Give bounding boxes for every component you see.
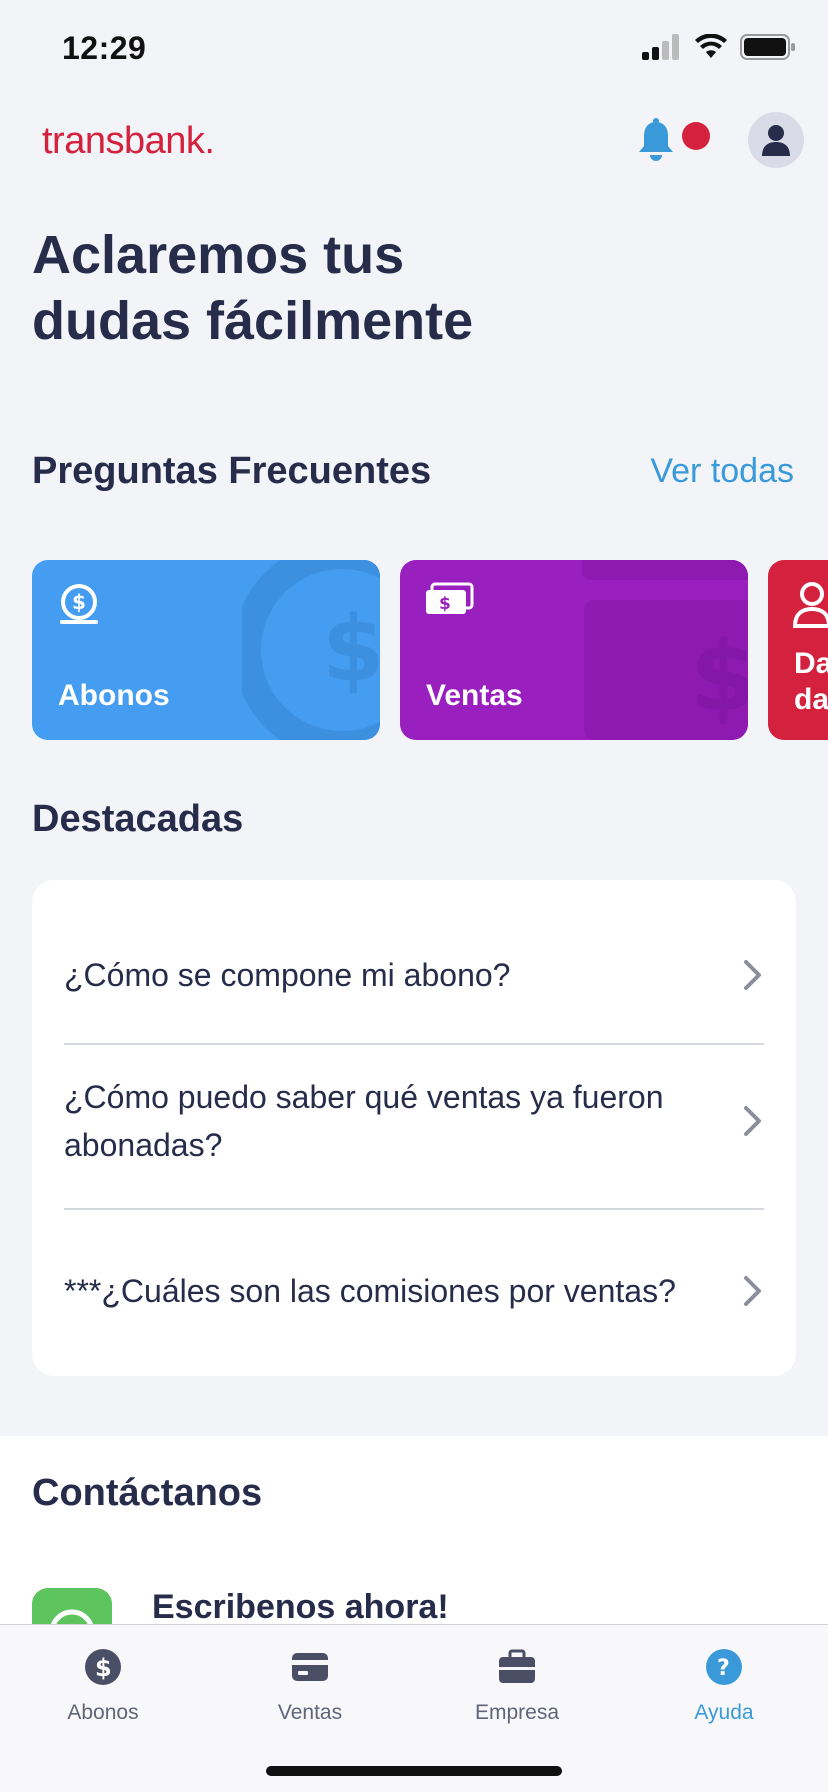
chevron-right-icon <box>744 1106 761 1136</box>
svg-text:$: $ <box>95 1654 112 1682</box>
divider <box>64 1208 764 1210</box>
battery-icon <box>740 34 795 60</box>
featured-question-item[interactable]: ¿Cómo puedo saber qué ventas ya fueron a… <box>64 1066 764 1176</box>
help-icon: ? <box>706 1649 742 1685</box>
coin-watermark-icon: $ <box>242 560 380 740</box>
featured-questions-list: ¿Cómo se compone mi abono? ¿Cómo puedo s… <box>32 880 796 1376</box>
svg-text:$: $ <box>322 597 380 702</box>
wifi-icon <box>695 34 727 58</box>
card-icon <box>292 1653 328 1681</box>
user-icon <box>792 582 828 628</box>
tab-label: Ayuda <box>694 1701 754 1724</box>
question-text: ¿Cómo puedo saber qué ventas ya fueron a… <box>64 1079 664 1163</box>
see-all-link[interactable]: Ver todas <box>650 452 794 491</box>
category-label: Abonos <box>58 679 170 712</box>
svg-text:$: $ <box>439 594 451 614</box>
chevron-right-icon <box>744 1276 761 1306</box>
featured-question-item[interactable]: ¿Cómo se compone mi abono? <box>64 940 764 1010</box>
dollar-circle-icon: $ <box>85 1649 121 1685</box>
category-label: Da da <box>794 647 828 716</box>
notification-badge <box>682 122 710 150</box>
category-label: Ventas <box>426 679 523 712</box>
featured-question-item[interactable]: ***¿Cuáles son las comisiones por ventas… <box>64 1256 764 1326</box>
faq-section-title: Preguntas Frecuentes <box>32 450 432 492</box>
status-time: 12:29 <box>62 30 147 66</box>
profile-avatar-button[interactable] <box>748 112 804 168</box>
tab-label: Empresa <box>474 1701 560 1724</box>
transbank-logo: transbank. <box>42 120 215 162</box>
tab-label: Abonos <box>67 1701 139 1724</box>
app-header: transbank. <box>0 100 828 182</box>
home-indicator <box>266 1766 562 1776</box>
contact-section-title: Contáctanos <box>32 1472 263 1514</box>
svg-text:?: ? <box>717 1656 730 1681</box>
tab-empresa[interactable]: Empresa <box>437 1647 597 1725</box>
dollar-watermark-icon: $ <box>690 621 748 730</box>
page-title: Aclaremos tus dudas fácilmente <box>32 225 474 351</box>
tab-ayuda[interactable]: ? Ayuda <box>644 1647 804 1725</box>
faq-category-carousel[interactable]: $ $ Abonos $ $ Ventas Da da <box>0 560 828 740</box>
category-card-ventas[interactable]: $ $ Ventas <box>400 560 748 740</box>
user-icon <box>762 125 790 156</box>
divider <box>64 1043 764 1045</box>
category-card-datos[interactable]: Da da <box>768 560 828 740</box>
tab-abonos[interactable]: $ Abonos <box>23 1647 183 1725</box>
svg-text:$: $ <box>690 621 748 730</box>
status-icons <box>642 34 796 60</box>
featured-section-title: Destacadas <box>32 798 244 840</box>
coin-icon: $ <box>60 584 98 624</box>
card-watermark <box>582 560 748 580</box>
chevron-right-icon <box>744 960 761 990</box>
notifications-bell-icon[interactable] <box>636 118 676 164</box>
cellular-signal-icon <box>642 34 679 60</box>
write-us-button[interactable]: Escribenos ahora! <box>152 1588 449 1627</box>
svg-text:$: $ <box>72 590 86 614</box>
question-text: ¿Cómo se compone mi abono? <box>64 957 511 993</box>
status-bar: 12:29 <box>0 0 828 100</box>
tab-label: Ventas <box>277 1701 343 1724</box>
tab-ventas[interactable]: Ventas <box>230 1647 390 1725</box>
briefcase-icon <box>499 1649 535 1683</box>
question-text: ***¿Cuáles son las comisiones por ventas… <box>64 1273 676 1309</box>
cash-icon: $ <box>426 582 474 614</box>
category-card-abonos[interactable]: $ $ Abonos <box>32 560 380 740</box>
